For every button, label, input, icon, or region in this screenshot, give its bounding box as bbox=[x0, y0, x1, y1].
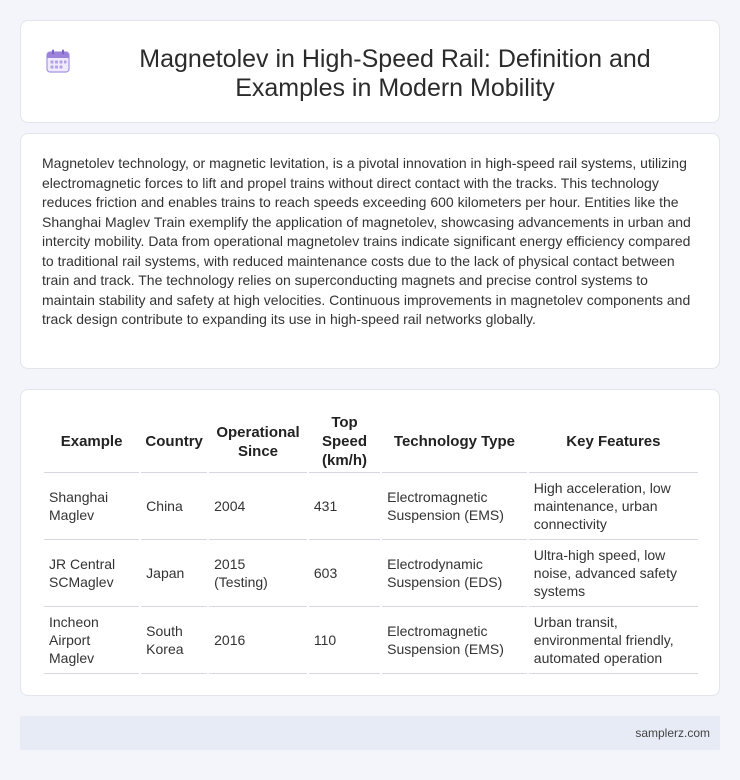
page-title: Magnetolev in High-Speed Rail: Definitio… bbox=[139, 45, 651, 102]
table-cell: China bbox=[141, 473, 208, 540]
table-cell: Urban transit, environmental friendly, a… bbox=[528, 607, 698, 674]
table-cell: 603 bbox=[308, 540, 381, 607]
table-cell: Incheon Airport Maglev bbox=[44, 607, 140, 674]
table-cell: 2004 bbox=[209, 473, 307, 540]
intro-paragraph: Magnetolev technology, or magnetic levit… bbox=[42, 155, 691, 327]
table-cell: JR Central SCMaglev bbox=[44, 540, 140, 607]
column-header: Key Features bbox=[528, 411, 698, 473]
table-cell: Shanghai Maglev bbox=[44, 473, 140, 540]
table-cell: Electromagnetic Suspension (EMS) bbox=[382, 607, 527, 674]
column-header: Country bbox=[141, 411, 208, 473]
table-cell: 2016 bbox=[209, 607, 307, 674]
table-cell: Ultra-high speed, low noise, advanced sa… bbox=[528, 540, 698, 607]
table-header-row: Example Country Operational Since Top Sp… bbox=[44, 411, 698, 473]
table-row: Incheon Airport Maglev South Korea 2016 … bbox=[44, 607, 698, 674]
table-card: Example Country Operational Since Top Sp… bbox=[20, 389, 720, 696]
examples-table: Example Country Operational Since Top Sp… bbox=[42, 411, 700, 674]
table-row: Shanghai Maglev China 2004 431 Electroma… bbox=[44, 473, 698, 540]
table-row: JR Central SCMaglev Japan 2015 (Testing)… bbox=[44, 540, 698, 607]
table-cell: Electrodynamic Suspension (EDS) bbox=[382, 540, 527, 607]
footer-bar: samplerz.com bbox=[20, 716, 720, 750]
header-card: Magnetolev in High-Speed Rail: Definitio… bbox=[20, 20, 720, 123]
column-header: Example bbox=[44, 411, 140, 473]
column-header: Operational Since bbox=[209, 411, 307, 473]
column-header: Technology Type bbox=[382, 411, 527, 473]
calendar-icon bbox=[46, 49, 70, 73]
table-cell: Electromagnetic Suspension (EMS) bbox=[382, 473, 527, 540]
table-cell: Japan bbox=[141, 540, 208, 607]
table-cell: High acceleration, low maintenance, urba… bbox=[528, 473, 698, 540]
table-cell: 2015 (Testing) bbox=[209, 540, 307, 607]
column-header: Top Speed (km/h) bbox=[308, 411, 381, 473]
table-cell: 431 bbox=[308, 473, 381, 540]
intro-card: Magnetolev technology, or magnetic levit… bbox=[20, 133, 720, 369]
table-cell: 110 bbox=[308, 607, 381, 674]
footer-site-link[interactable]: samplerz.com bbox=[635, 726, 710, 740]
table-cell: South Korea bbox=[141, 607, 208, 674]
